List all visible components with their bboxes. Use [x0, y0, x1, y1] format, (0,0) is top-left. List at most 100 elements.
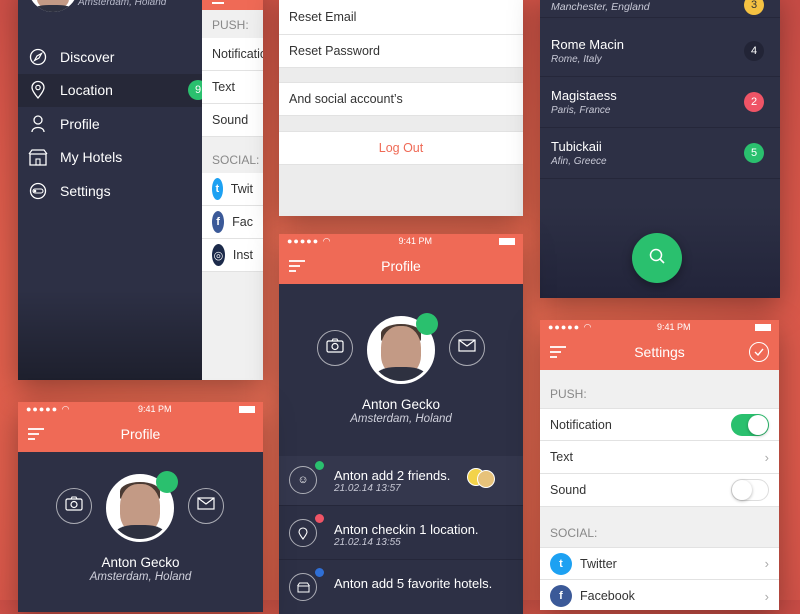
text-label: Text: [550, 450, 573, 464]
settings-header: ●●●●● ◠ 9:41 PM Settings: [540, 320, 779, 370]
menu-item-profile[interactable]: Profile: [18, 107, 202, 141]
message-button[interactable]: [449, 330, 485, 366]
reset-email-label: Reset Email: [289, 10, 357, 24]
profile-title: Profile: [381, 258, 421, 274]
activity-item[interactable]: ☺ Anton add 2 friends. 21.02.14 13:57: [279, 456, 523, 506]
settings-peek-row-sound[interactable]: Sound: [202, 104, 263, 137]
checkin-pin-icon: [289, 519, 317, 547]
menu-user-location: Amsterdam, Holand: [78, 0, 167, 8]
activity-dot: [315, 461, 324, 470]
side-menu-screen: Amsterdam, Holand Discover Location 9 Pr…: [18, 0, 263, 380]
facebook-icon: f: [212, 211, 225, 233]
profile-name: Anton Gecko: [361, 397, 441, 412]
twitter-label: Twitter: [580, 556, 617, 571]
chevron-right-icon: ›: [764, 556, 769, 571]
profile-navbar: Profile: [18, 416, 263, 452]
confirm-check-icon[interactable]: [749, 342, 769, 362]
menu-item-settings[interactable]: Settings: [18, 174, 202, 208]
menu-avatar[interactable]: [28, 0, 78, 12]
ranking-badge: 5: [744, 143, 764, 163]
activity-date: 21.02.14 13:57: [334, 483, 401, 494]
push-section-header: PUSH:: [550, 387, 587, 401]
status-time: 9:41 PM: [657, 322, 691, 332]
add-friend-icon: ☺: [289, 466, 317, 494]
ranking-item[interactable]: Magistaess Paris, France 2: [540, 78, 780, 128]
social-accounts-row[interactable]: And social account’s: [279, 82, 523, 116]
sound-label: Sound: [550, 483, 587, 497]
menu-label-location: Location: [60, 82, 113, 99]
text-row[interactable]: Text ›: [540, 441, 779, 474]
hamburger-menu-icon[interactable]: [550, 346, 566, 358]
online-status-dot: [416, 313, 438, 335]
notification-row: Notification: [540, 408, 779, 441]
friend-avatars: [467, 468, 499, 488]
notification-toggle[interactable]: [731, 413, 769, 436]
ranking-item[interactable]: Rome Macin Rome, Italy 4: [540, 27, 780, 77]
camera-button[interactable]: [56, 488, 92, 524]
ranking-name: Rome Macin: [551, 37, 624, 52]
menu-item-my-hotels[interactable]: My Hotels: [18, 141, 202, 175]
activity-dot: [315, 568, 324, 577]
activity-item[interactable]: Anton add 5 favorite hotels.: [279, 560, 523, 614]
social-section-header: SOCIAL:: [550, 526, 598, 540]
status-time: 9:41 PM: [398, 236, 433, 246]
message-button[interactable]: [188, 488, 224, 524]
ranking-name: Magistaess: [551, 88, 617, 103]
settings-peek-row-notification[interactable]: Notificatio: [202, 38, 263, 71]
ranking-top-location: Manchester, England: [551, 1, 650, 13]
logout-label: Log Out: [378, 141, 424, 155]
profile-location: Amsterdam, Holand: [89, 571, 192, 583]
settings-peek-row-instagram[interactable]: ◎ Inst: [202, 239, 263, 272]
settings-peek-hamburger-icon[interactable]: [212, 2, 224, 4]
menu-bottom-shade: [18, 290, 202, 380]
sound-toggle[interactable]: [731, 479, 769, 501]
ranking-name: Tubickaii: [551, 139, 602, 154]
compass-icon: [28, 47, 48, 67]
account-settings-screen: Reset Email Reset Password And social ac…: [279, 0, 523, 216]
logout-button[interactable]: Log Out: [279, 131, 523, 165]
settings-peek-row-twitter[interactable]: t Twit: [202, 173, 263, 206]
twitter-row[interactable]: t Twitter ›: [540, 547, 779, 580]
ranking-list-screen: Manchester, England 3 Rome Macin Rome, I…: [540, 0, 780, 298]
envelope-icon: [458, 339, 476, 357]
menu-list: Discover Location 9 Profile My Hotels Se…: [18, 40, 208, 208]
ranking-location: Rome, Italy: [551, 54, 602, 65]
battery-icon: [238, 405, 255, 413]
status-bar: ●●●●● ◠ 9:41 PM: [279, 234, 523, 248]
activity-item[interactable]: Anton checkin 1 location. 21.02.14 13:55: [279, 506, 523, 560]
facebook-row[interactable]: f Facebook ›: [540, 580, 779, 610]
online-status-dot: [156, 471, 178, 493]
signal-icon: ●●●●● ◠: [26, 403, 71, 414]
battery-icon: [754, 323, 771, 331]
envelope-icon: [197, 497, 215, 515]
settings-peek-row-text[interactable]: Text: [202, 71, 263, 104]
menu-item-discover[interactable]: Discover: [18, 40, 202, 74]
reset-password-row[interactable]: Reset Password: [279, 35, 523, 68]
settings-peek-row-facebook[interactable]: f Fac: [202, 206, 263, 239]
ranking-top-item[interactable]: Manchester, England 3: [540, 0, 780, 18]
activity-list: ☺ Anton add 2 friends. 21.02.14 13:57 An…: [279, 456, 523, 614]
profile-title: Profile: [120, 426, 161, 442]
settings-peek-twitter-label: Twit: [230, 182, 253, 196]
menu-item-location[interactable]: Location 9: [18, 73, 208, 107]
reset-email-row[interactable]: Reset Email: [279, 0, 523, 35]
hotel-icon: [289, 573, 317, 601]
search-icon: [648, 247, 666, 270]
sound-row: Sound: [540, 474, 779, 507]
search-fab[interactable]: [632, 233, 682, 283]
camera-button[interactable]: [317, 330, 353, 366]
signal-icon: ●●●●● ◠: [548, 321, 593, 332]
profile-screen-2: ●●●●● ◠ 9:41 PM Profile Anton Gecko Amst…: [18, 402, 263, 612]
settings-toggle-icon: [28, 181, 48, 201]
ranking-badge: 2: [744, 92, 764, 112]
twitter-icon: t: [212, 178, 223, 200]
hamburger-menu-icon[interactable]: [28, 428, 44, 440]
hamburger-menu-icon[interactable]: [289, 260, 305, 272]
battery-icon: [498, 237, 515, 245]
activity-text: Anton add 5 favorite hotels.: [334, 576, 493, 591]
signal-icon: ●●●●● ◠: [287, 235, 332, 246]
settings-screen: ●●●●● ◠ 9:41 PM Settings PUSH: Notificat…: [540, 320, 779, 610]
instagram-icon: ◎: [212, 244, 225, 266]
menu-panel: Amsterdam, Holand Discover Location 9 Pr…: [18, 0, 208, 380]
ranking-item[interactable]: Tubickaii Afin, Greece 5: [540, 129, 780, 179]
